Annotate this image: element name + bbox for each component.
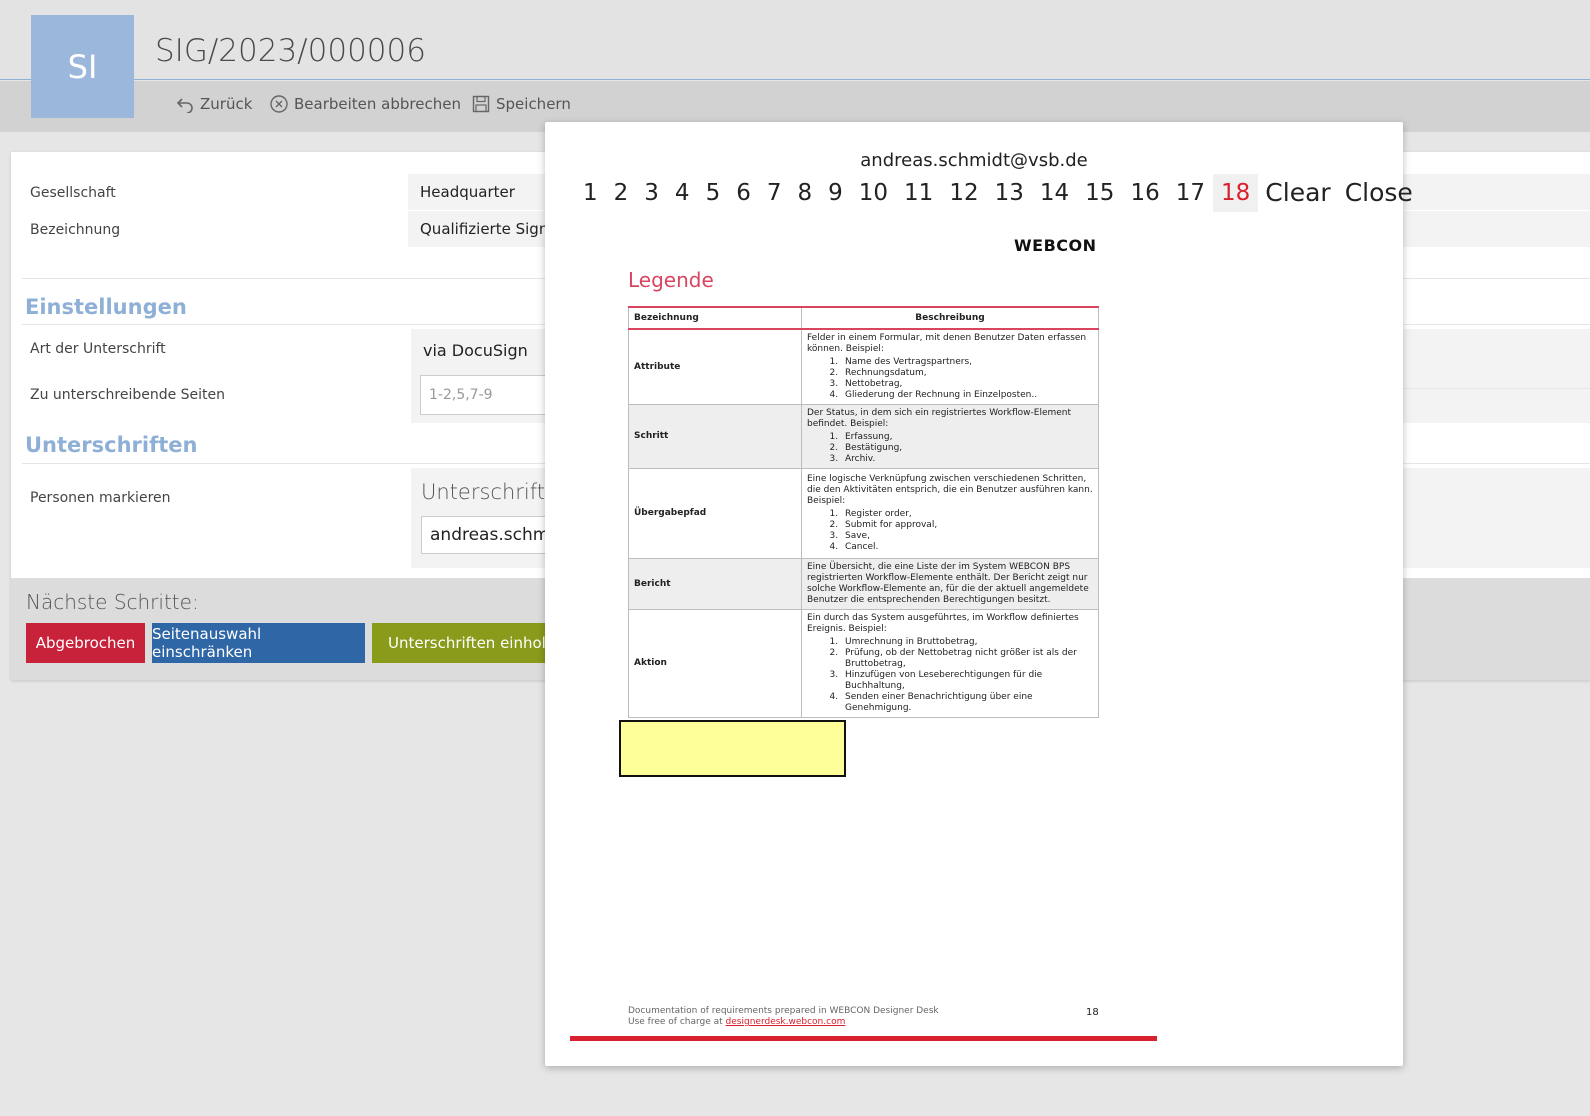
page-link-3[interactable]: 3: [636, 174, 667, 212]
page-link-18[interactable]: 18: [1213, 174, 1259, 212]
description-intro: Ein durch das System ausgeführtes, im Wo…: [807, 613, 1079, 634]
back-label: Zurück: [200, 95, 253, 113]
page-link-11[interactable]: 11: [896, 174, 941, 212]
table-row: Schritt Der Status, in dem sich ein regis…: [628, 404, 1099, 469]
cancel-edit-label: Bearbeiten abbrechen: [294, 95, 461, 113]
signature-placeholder-box[interactable]: [619, 720, 846, 777]
page-link-2[interactable]: 2: [606, 174, 637, 212]
list-item: Register order,: [841, 509, 1093, 520]
signature-placement-dialog: andreas.schmidt@vsb.de 1 2 3 4 5 6 7 8 9 10 11 12 13…: [545, 122, 1413, 1066]
avatar: SI: [31, 15, 134, 118]
term-cell: Bericht: [628, 558, 802, 610]
legend-table: Bezeichnung Beschreibung Attribute Felder…: [628, 306, 1099, 718]
description-intro: Felder in einem Formular, mit denen Benu…: [807, 333, 1087, 354]
cancel-edit-button[interactable]: Bearbeiten abbrechen: [270, 95, 461, 113]
divider: [1403, 388, 1590, 389]
term-cell: Attribute: [628, 328, 802, 405]
footer-line: Use free of charge at designerdesk.webco…: [628, 1017, 846, 1027]
settings-section-title: Einstellungen: [25, 295, 187, 319]
page-link-7[interactable]: 7: [759, 174, 790, 212]
floppy-disk-icon: [472, 95, 490, 113]
collect-signatures-step-button[interactable]: Unterschriften einholen: [372, 623, 572, 663]
description-cell: Felder in einem Formular, mit denen Benu…: [801, 328, 1099, 405]
list-item: Erfassung,: [841, 432, 1093, 443]
page-link-5[interactable]: 5: [698, 174, 729, 212]
description-cell: Eine Übersicht, die eine Liste der im Sy…: [801, 558, 1099, 610]
page-link-13[interactable]: 13: [987, 174, 1032, 212]
list-item: Prüfung, ob der Nettobetrag nicht größer…: [841, 648, 1093, 670]
page-link-14[interactable]: 14: [1032, 174, 1077, 212]
footer-accent-line: [570, 1036, 1157, 1041]
example-list: Name des Vertragspartners,Rechnungsdatum…: [841, 357, 1093, 401]
document-page-number: 18: [1086, 1007, 1099, 1018]
description-cell: Ein durch das System ausgeführtes, im Wo…: [801, 609, 1099, 718]
table-row: Aktion Ein durch das System ausgeführtes,…: [628, 609, 1099, 718]
close-button[interactable]: Close: [1338, 174, 1420, 212]
page-link-10[interactable]: 10: [851, 174, 896, 212]
page-link-12[interactable]: 12: [941, 174, 986, 212]
list-item: Bestätigung,: [841, 443, 1093, 454]
term-cell: Schritt: [628, 404, 802, 469]
back-button[interactable]: Zurück: [176, 95, 252, 113]
list-item: Cancel.: [841, 542, 1093, 553]
page-link-17[interactable]: 17: [1168, 174, 1213, 212]
page-link-16[interactable]: 16: [1122, 174, 1167, 212]
description-intro: Eine logische Verknüpfung zwischen versc…: [807, 474, 1093, 506]
name-label: Bezeichnung: [30, 222, 121, 238]
footer-line: Documentation of requirements prepared i…: [628, 1006, 939, 1016]
page-link-8[interactable]: 8: [789, 174, 820, 212]
list-item: Senden einer Benachrichtigung über eine …: [841, 692, 1093, 714]
undo-icon: [176, 98, 193, 113]
document-footer: Documentation of requirements prepared i…: [628, 1006, 939, 1028]
list-item: Rechnungsdatum,: [841, 368, 1093, 379]
pages-label: Zu unterschreibende Seiten: [30, 387, 226, 403]
signatures-section-title: Unterschriften: [25, 433, 198, 457]
table-row: Attribute Felder in einem Formular, mit d…: [628, 328, 1099, 405]
webcon-logo: WEBCON: [1014, 236, 1097, 255]
page-selector: 1 2 3 4 5 6 7 8 9 10 11 12 13 14 15 16 17 18 Clear Close: [575, 174, 1420, 212]
page-link-9[interactable]: 9: [820, 174, 851, 212]
footer-link[interactable]: designerdesk.webcon.com: [726, 1017, 846, 1027]
list-item: Save,: [841, 531, 1093, 542]
description-intro: Der Status, in dem sich ein registrierte…: [807, 408, 1072, 429]
term-cell: Übergabepfad: [628, 468, 802, 559]
company-label: Gesellschaft: [30, 185, 116, 201]
document-heading: Legende: [628, 268, 714, 292]
save-button[interactable]: Speichern: [472, 95, 571, 113]
list-item: Hinzufügen von Leseberechtigungen für di…: [841, 670, 1093, 692]
mark-persons-label: Personen markieren: [30, 490, 171, 506]
save-label: Speichern: [496, 95, 571, 113]
signer-email: andreas.schmidt@vsb.de: [860, 150, 1088, 171]
table-row: Übergabepfad Eine logische Verknüpfung zw…: [628, 468, 1099, 559]
page-link-1[interactable]: 1: [575, 174, 606, 212]
list-item: Submit for approval,: [841, 520, 1093, 531]
example-list: Umrechnung in Bruttobetrag,Prüfung, ob d…: [841, 637, 1093, 714]
cancelled-step-button[interactable]: Abgebrochen: [26, 623, 145, 663]
page-link-4[interactable]: 4: [667, 174, 698, 212]
page-title: SIG/2023/000006: [155, 33, 426, 69]
list-item: Name des Vertragspartners,: [841, 357, 1093, 368]
column-header-term: Bezeichnung: [628, 306, 802, 330]
term-cell: Aktion: [628, 609, 802, 718]
signature-column-header: Unterschrift: [421, 480, 545, 504]
page-link-15[interactable]: 15: [1077, 174, 1122, 212]
list-item: Nettobetrag,: [841, 379, 1093, 390]
description-cell: Eine logische Verknüpfung zwischen versc…: [801, 468, 1099, 559]
next-steps-title: Nächste Schritte:: [26, 590, 199, 614]
signature-type-label: Art der Unterschrift: [30, 341, 166, 357]
table-row: Bericht Eine Übersicht, die eine Liste de…: [628, 558, 1099, 610]
clear-button[interactable]: Clear: [1258, 174, 1337, 212]
description-intro: Eine Übersicht, die eine Liste der im Sy…: [807, 562, 1089, 605]
list-item: Umrechnung in Bruttobetrag,: [841, 637, 1093, 648]
column-header-description: Beschreibung: [801, 306, 1099, 330]
list-item: Archiv.: [841, 454, 1093, 465]
description-cell: Der Status, in dem sich ein registrierte…: [801, 404, 1099, 469]
page-link-6[interactable]: 6: [728, 174, 759, 212]
restrict-pages-step-button[interactable]: Seitenauswahl einschränken: [152, 623, 365, 663]
list-item: Gliederung der Rechnung in Einzelposten.…: [841, 390, 1093, 401]
cancel-circle-icon: [270, 95, 288, 113]
example-list: Register order,Submit for approval,Save,…: [841, 509, 1093, 553]
example-list: Erfassung,Bestätigung,Archiv.: [841, 432, 1093, 465]
